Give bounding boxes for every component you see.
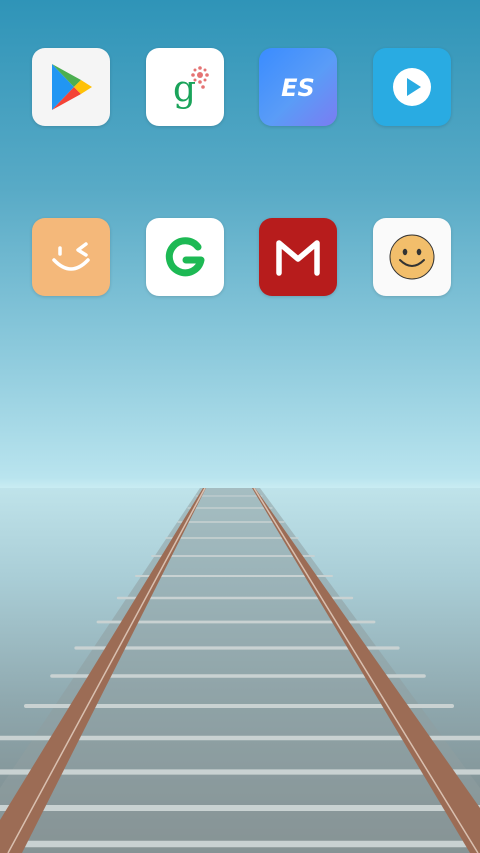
green-g-app[interactable] [146,218,224,296]
green-g-app-icon [165,237,205,277]
wink-face-app[interactable] [32,218,110,296]
google-play-icon [52,64,92,110]
smiley-face-app-icon [389,234,435,280]
gmail-m-icon [276,240,320,276]
gmail-app[interactable] [259,218,337,296]
google-play-app[interactable] [32,48,110,126]
video-player-app[interactable] [373,48,451,126]
wink-face-app-icon [52,242,90,271]
google-pinyin-input-icon: g [173,66,209,110]
es-file-explorer-icon: ES [281,74,315,102]
es-file-explorer-app[interactable]: ES [259,48,337,126]
video-player-icon [393,68,431,106]
smiley-face-app[interactable] [373,218,451,296]
svg-text:ES: ES [281,74,315,102]
app-icon-grid: g ES [0,0,480,853]
google-pinyin-input-app[interactable]: g [146,48,224,126]
